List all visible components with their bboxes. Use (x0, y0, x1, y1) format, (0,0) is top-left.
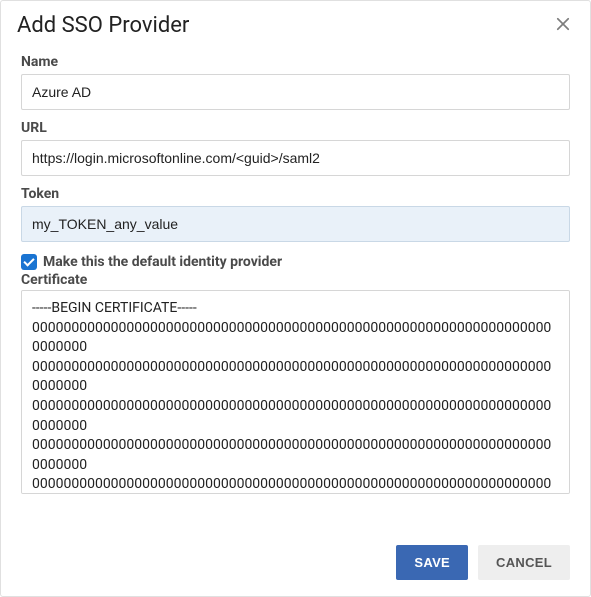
url-input[interactable] (21, 140, 570, 176)
dialog-footer: SAVE CANCEL (1, 531, 590, 596)
certificate-textarea[interactable] (21, 290, 570, 494)
close-icon (554, 21, 572, 36)
name-input[interactable] (21, 74, 570, 110)
token-input[interactable] (21, 206, 570, 242)
token-label: Token (21, 186, 570, 202)
close-button[interactable] (552, 13, 574, 35)
url-label: URL (21, 120, 570, 136)
dialog-title: Add SSO Provider (17, 13, 189, 38)
certificate-label: Certificate (21, 272, 570, 288)
cancel-button[interactable]: CANCEL (478, 545, 570, 580)
default-provider-checkbox[interactable] (21, 254, 37, 270)
dialog-header: Add SSO Provider (1, 1, 590, 46)
save-button[interactable]: SAVE (396, 545, 468, 580)
dialog-body: Name URL Token Make this the default ide… (1, 46, 590, 531)
sso-provider-dialog: Add SSO Provider Name URL Token Make thi… (0, 0, 591, 597)
name-label: Name (21, 54, 570, 70)
default-provider-label: Make this the default identity provider (43, 254, 282, 270)
default-provider-row: Make this the default identity provider (21, 254, 570, 270)
